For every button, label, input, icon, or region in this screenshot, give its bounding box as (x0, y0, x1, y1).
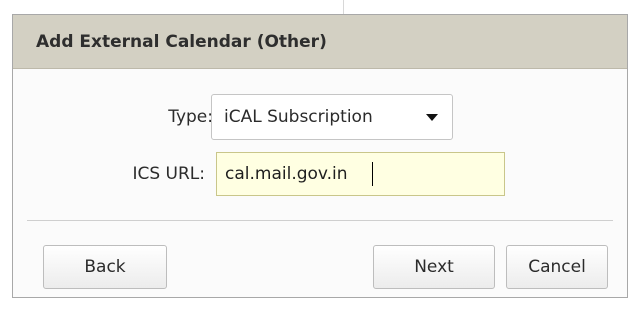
back-button[interactable]: Back (43, 245, 167, 289)
type-select-value: iCAL Subscription (224, 107, 373, 127)
text-cursor (372, 162, 373, 186)
type-label: Type: (168, 107, 213, 127)
background-divider (343, 0, 344, 14)
add-external-calendar-dialog: Add External Calendar (Other) Type: iCAL… (12, 14, 628, 298)
page: Add External Calendar (Other) Type: iCAL… (0, 0, 637, 316)
cancel-button[interactable]: Cancel (506, 245, 608, 289)
next-button[interactable]: Next (373, 245, 495, 289)
dialog-divider (27, 220, 613, 221)
ics-url-input[interactable] (216, 152, 505, 196)
chevron-down-icon (426, 114, 438, 121)
dialog-title: Add External Calendar (Other) (36, 31, 327, 52)
ics-url-label: ICS URL: (132, 164, 205, 184)
type-select[interactable]: iCAL Subscription (211, 94, 453, 140)
dialog-header: Add External Calendar (Other) (13, 15, 627, 69)
